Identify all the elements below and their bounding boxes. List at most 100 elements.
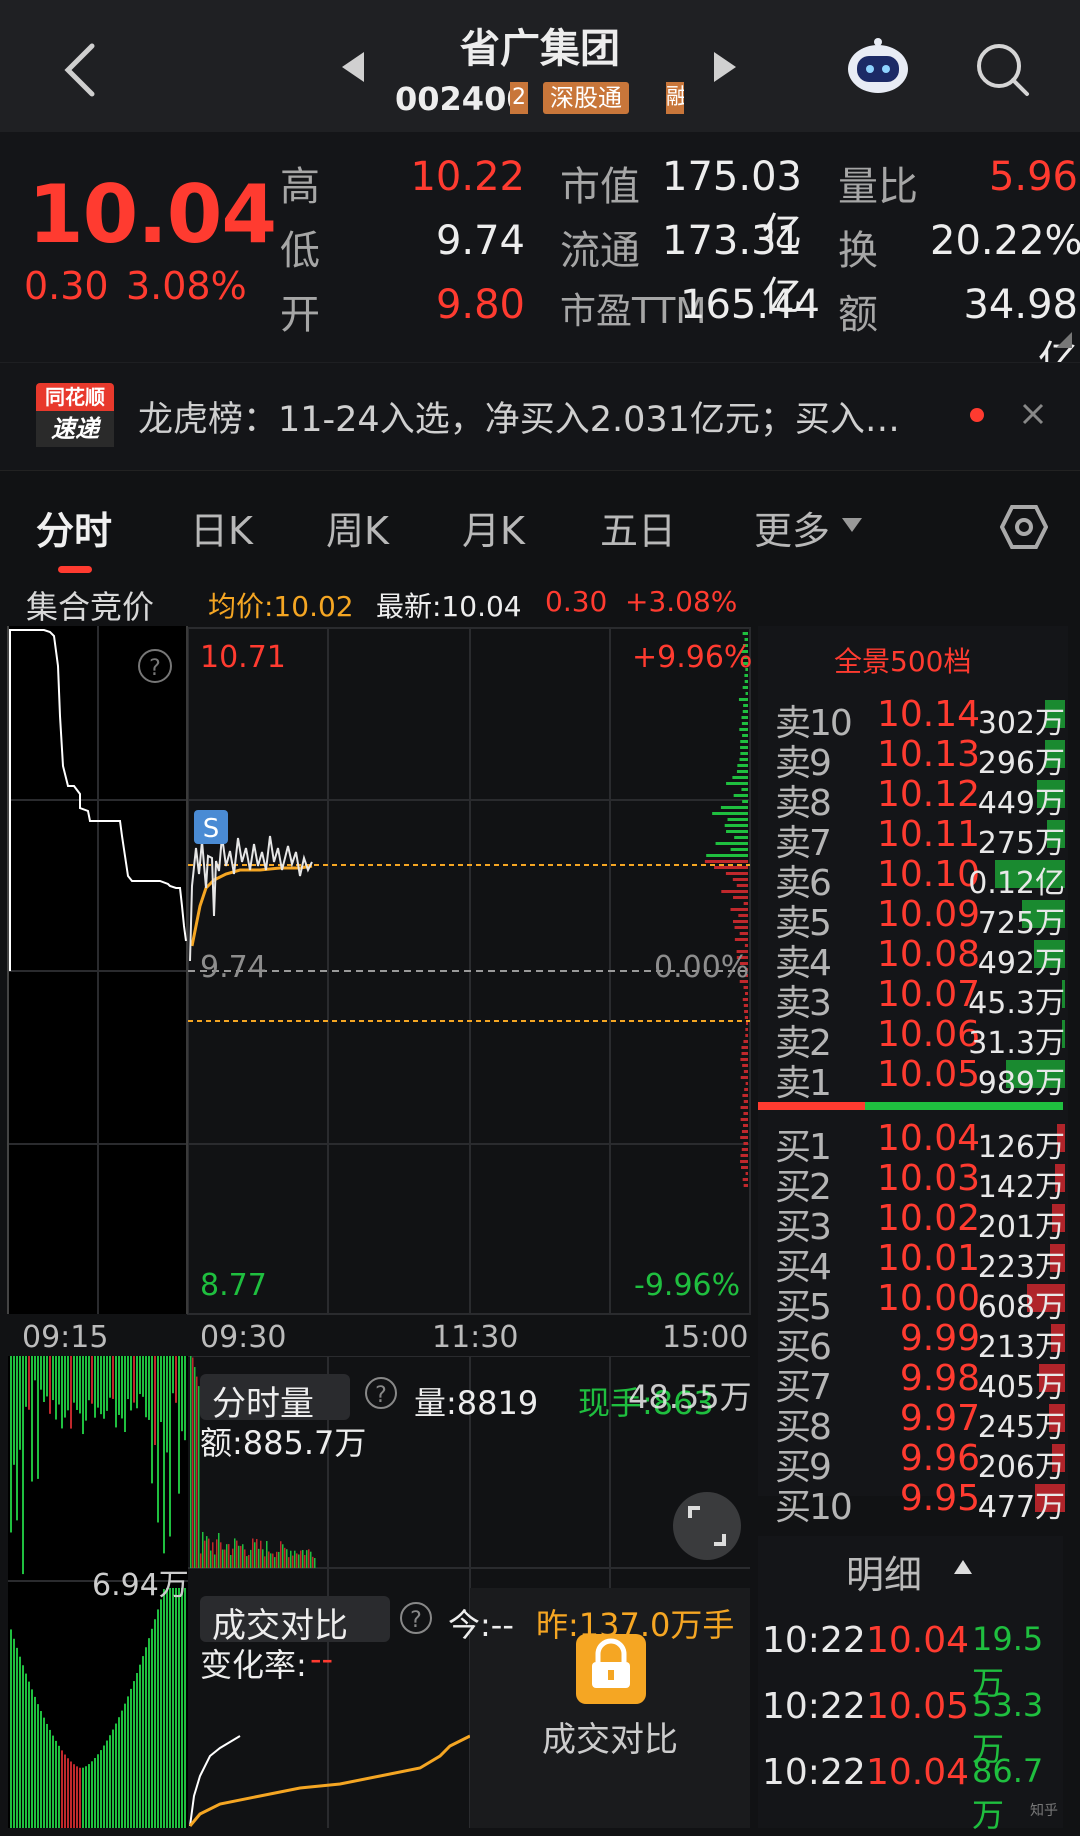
robot-assistant-icon[interactable] xyxy=(845,36,911,96)
bid-price: 9.99 xyxy=(899,1318,980,1359)
ask-price: 10.12 xyxy=(876,774,980,815)
tab-month-k[interactable]: 月K xyxy=(462,500,525,555)
bid-row[interactable]: 买6 9.99 213万 xyxy=(760,1318,1065,1368)
vap-bar xyxy=(739,932,748,935)
settings-hexagon-icon[interactable] xyxy=(1000,504,1048,550)
intraday-price-chart[interactable]: S ? xyxy=(0,626,760,1346)
auction-volume-bar xyxy=(31,1356,33,1482)
vap-bar xyxy=(740,1106,748,1109)
intraday-volume-bar xyxy=(218,1532,220,1568)
auction-volume-bar-lower xyxy=(52,1735,54,1828)
ask-row[interactable]: 卖3 10.07 45.3万 xyxy=(760,974,1065,1024)
auction-volume-bar xyxy=(82,1356,84,1435)
vap-bar xyxy=(740,752,748,755)
vap-bar xyxy=(743,1112,748,1115)
auction-volume-bar xyxy=(103,1356,105,1419)
high-value: 10.22 xyxy=(410,154,525,200)
bid-row[interactable]: 买2 10.03 142万 xyxy=(760,1158,1065,1208)
news-ticker[interactable]: 同花顺 速递 龙虎榜：11-24入选，净买入2.031亿元；买入… xyxy=(0,362,1080,470)
intraday-volume-bar xyxy=(236,1540,238,1568)
auction-volume-bar-lower xyxy=(22,1665,24,1828)
bid-row[interactable]: 买1 10.04 126万 xyxy=(760,1118,1065,1168)
bid-row[interactable]: 买9 9.96 206万 xyxy=(760,1438,1065,1488)
auction-volume-bar-lower xyxy=(112,1729,114,1828)
ask-row[interactable]: 卖5 10.09 725万 xyxy=(760,894,1065,944)
vap-bar xyxy=(743,1184,748,1187)
expand-corner-icon[interactable] xyxy=(1056,332,1072,348)
bid-row[interactable]: 买3 10.02 201万 xyxy=(760,1198,1065,1248)
auction-volume-bar xyxy=(166,1356,168,1453)
next-stock-icon[interactable] xyxy=(712,50,738,84)
orderbook-title[interactable]: 全景500档 xyxy=(834,640,971,680)
tab-week-k[interactable]: 周K xyxy=(326,500,389,555)
ask-price: 10.13 xyxy=(876,734,980,775)
auction-volume-bar-lower xyxy=(145,1647,147,1828)
auction-volume-bar xyxy=(46,1356,48,1397)
fullscreen-button[interactable] xyxy=(673,1492,741,1560)
auction-volume-bar xyxy=(160,1356,162,1422)
vap-bar xyxy=(740,1160,748,1163)
back-arrow-icon[interactable] xyxy=(62,42,98,98)
chevron-down-icon[interactable] xyxy=(842,518,862,532)
auction-volume-label: 6.94万 xyxy=(92,1568,189,1603)
detail-row: 10:22 10.05 53.3万 xyxy=(762,1686,1062,1768)
vap-bar xyxy=(741,1046,748,1049)
ask-row[interactable]: 卖6 10.10 0.12亿 xyxy=(760,854,1065,904)
auction-volume-bar xyxy=(133,1356,135,1403)
svg-text:?: ? xyxy=(375,1383,387,1408)
badge-sgt: 深股通 xyxy=(543,82,629,114)
watermark: 知乎 xyxy=(1030,1803,1058,1819)
intraday-volume-bar xyxy=(208,1538,210,1568)
auction-volume-bar xyxy=(130,1356,132,1411)
vap-bar xyxy=(742,1064,748,1067)
vap-bar xyxy=(740,746,748,749)
bid-row[interactable]: 买8 9.97 245万 xyxy=(760,1398,1065,1448)
ask-price: 10.14 xyxy=(876,694,980,735)
tab-more[interactable]: 更多 xyxy=(754,500,830,555)
last-price-line xyxy=(189,835,313,962)
tab-five-day[interactable]: 五日 xyxy=(600,500,676,555)
detail-title[interactable]: 明细 xyxy=(846,1544,922,1599)
bid-row[interactable]: 买5 10.00 608万 xyxy=(760,1278,1065,1328)
tab-timeshare[interactable]: 分时 xyxy=(36,500,112,555)
vap-bar xyxy=(724,824,748,827)
auction-volume-bar xyxy=(181,1356,183,1432)
chevron-up-icon[interactable] xyxy=(954,1560,972,1574)
vap-bar xyxy=(745,1172,748,1175)
ask-row[interactable]: 卖9 10.13 296万 xyxy=(760,734,1065,784)
low-value: 9.74 xyxy=(435,218,525,264)
close-icon[interactable] xyxy=(1022,403,1044,425)
prev-stock-icon[interactable] xyxy=(340,50,366,84)
intraday-volume-bar xyxy=(262,1549,264,1568)
vap-bar xyxy=(745,1022,748,1025)
vap-bar xyxy=(741,1166,748,1169)
vap-bar xyxy=(741,1052,748,1055)
auction-volume-bar-lower xyxy=(130,1688,132,1828)
auction-volume-bar xyxy=(109,1356,111,1398)
bid-price: 10.02 xyxy=(876,1198,980,1239)
intraday-volume-bar xyxy=(196,1376,198,1568)
high-label: 高 xyxy=(280,164,320,210)
ask-row[interactable]: 卖1 10.05 989万 xyxy=(760,1054,1065,1104)
auction-volume-bar xyxy=(34,1356,36,1381)
search-icon[interactable] xyxy=(975,42,1031,98)
auction-volume-bar-lower xyxy=(100,1750,102,1828)
ask-row[interactable]: 卖8 10.12 449万 xyxy=(760,774,1065,824)
vap-bar xyxy=(743,1070,748,1073)
compare-yesterday: 昨:137.0万手 xyxy=(536,1606,735,1644)
auction-volume-bar xyxy=(25,1356,27,1407)
ask-row[interactable]: 卖7 10.11 275万 xyxy=(760,814,1065,864)
intraday-volume-bar xyxy=(276,1551,278,1568)
ask-row[interactable]: 卖10 10.14 302万 xyxy=(760,694,1065,744)
svg-text:?: ? xyxy=(149,656,161,681)
bid-row[interactable]: 买7 9.98 405万 xyxy=(760,1358,1065,1408)
ask-row[interactable]: 卖4 10.08 492万 xyxy=(760,934,1065,984)
pe-value: 165.44 xyxy=(680,282,820,328)
ask-row[interactable]: 卖2 10.06 31.3万 xyxy=(760,1014,1065,1064)
bid-row[interactable]: 买10 9.95 477万 xyxy=(760,1478,1065,1528)
bid-row[interactable]: 买4 10.01 223万 xyxy=(760,1238,1065,1288)
auction-volume-bar-lower xyxy=(61,1750,63,1828)
auction-volume-bar xyxy=(64,1356,66,1418)
detail-price: 10.04 xyxy=(866,1752,970,1793)
tab-day-k[interactable]: 日K xyxy=(190,500,253,555)
